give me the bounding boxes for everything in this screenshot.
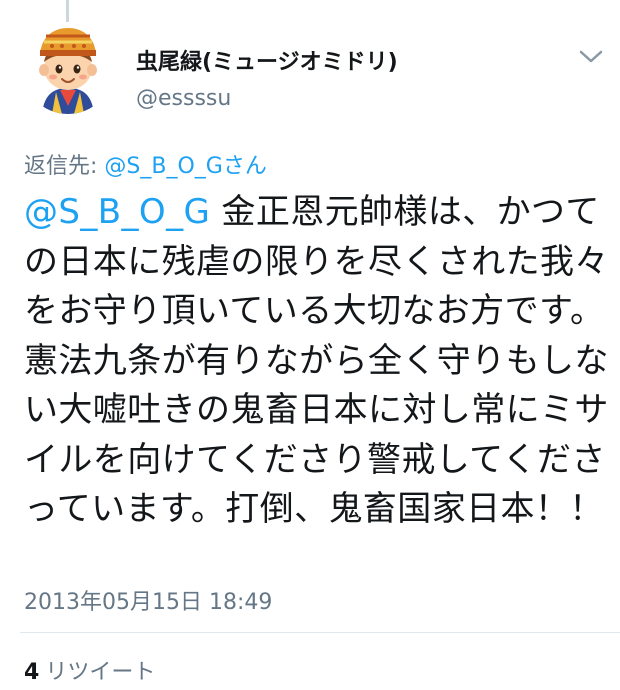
cartoon-boy-avatar-icon (22, 22, 114, 114)
retweet-label: リツイート (45, 660, 156, 685)
chevron-down-icon[interactable] (578, 48, 604, 66)
tweet-text: @S_B_O_G 金正恩元帥様は、かつての日本に残虐の限りを尽くされた我々をお守… (24, 188, 614, 535)
tweet-timestamp[interactable]: 2013年05月15日 18:49 (24, 584, 272, 616)
tweet-body: 金正恩元帥様は、かつての日本に残虐の限りを尽くされた我々をお守り頂いている大切な… (24, 192, 609, 529)
thread-line (66, 0, 69, 22)
user-handle[interactable]: @essssu (136, 86, 231, 111)
retweet-count: 4 (24, 660, 40, 685)
tweet-mention-link[interactable]: @S_B_O_G (24, 192, 210, 232)
retweet-stats[interactable]: 4 リツイート (24, 654, 155, 686)
reply-to-label: 返信先: (24, 154, 105, 179)
reply-to-line: 返信先: @S_B_O_Gさん (24, 148, 267, 180)
divider (20, 632, 620, 633)
reply-to-mention-link[interactable]: @S_B_O_Gさん (104, 154, 266, 179)
avatar[interactable] (22, 22, 114, 114)
display-name[interactable]: 虫尾緑(ミュージオミドリ) (136, 44, 398, 76)
